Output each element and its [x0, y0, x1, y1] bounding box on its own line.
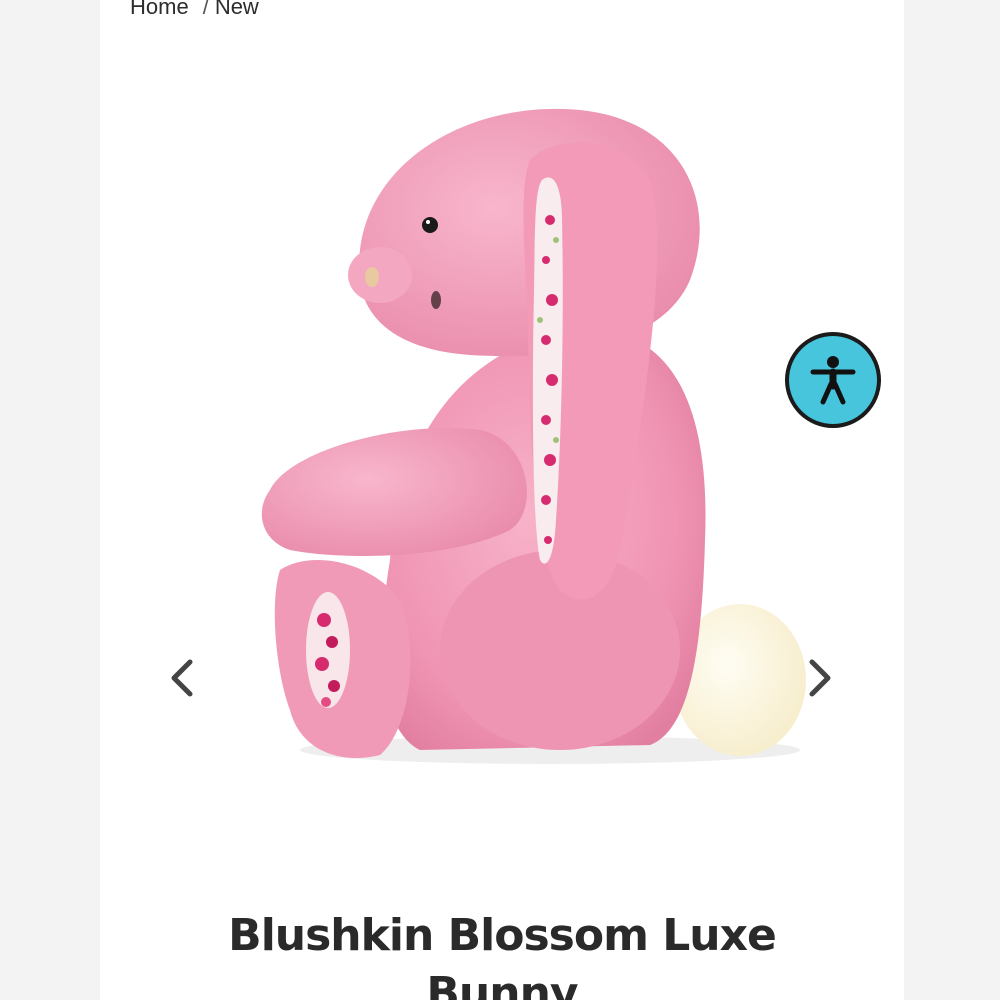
accessibility-person-icon	[810, 356, 856, 405]
product-image	[261, 108, 806, 764]
bunny-eye	[422, 217, 438, 233]
breadcrumb-home-link[interactable]: Home	[130, 0, 189, 19]
breadcrumb-separator: /	[202, 0, 209, 19]
breadcrumb-current[interactable]: New	[215, 0, 259, 19]
chevron-right-icon	[809, 659, 831, 697]
next-image-button[interactable]	[796, 656, 840, 700]
product-title: Blushkin Blossom Luxe Bunny	[228, 910, 777, 1000]
chevron-left-icon	[171, 659, 193, 697]
previous-image-button[interactable]	[162, 656, 206, 700]
breadcrumb: Home / New	[130, 0, 259, 20]
product-gallery	[100, 70, 904, 810]
accessibility-button[interactable]	[785, 332, 881, 428]
product-page: Home / New Blushkin Blossom Luxe Bunny	[100, 0, 904, 1000]
